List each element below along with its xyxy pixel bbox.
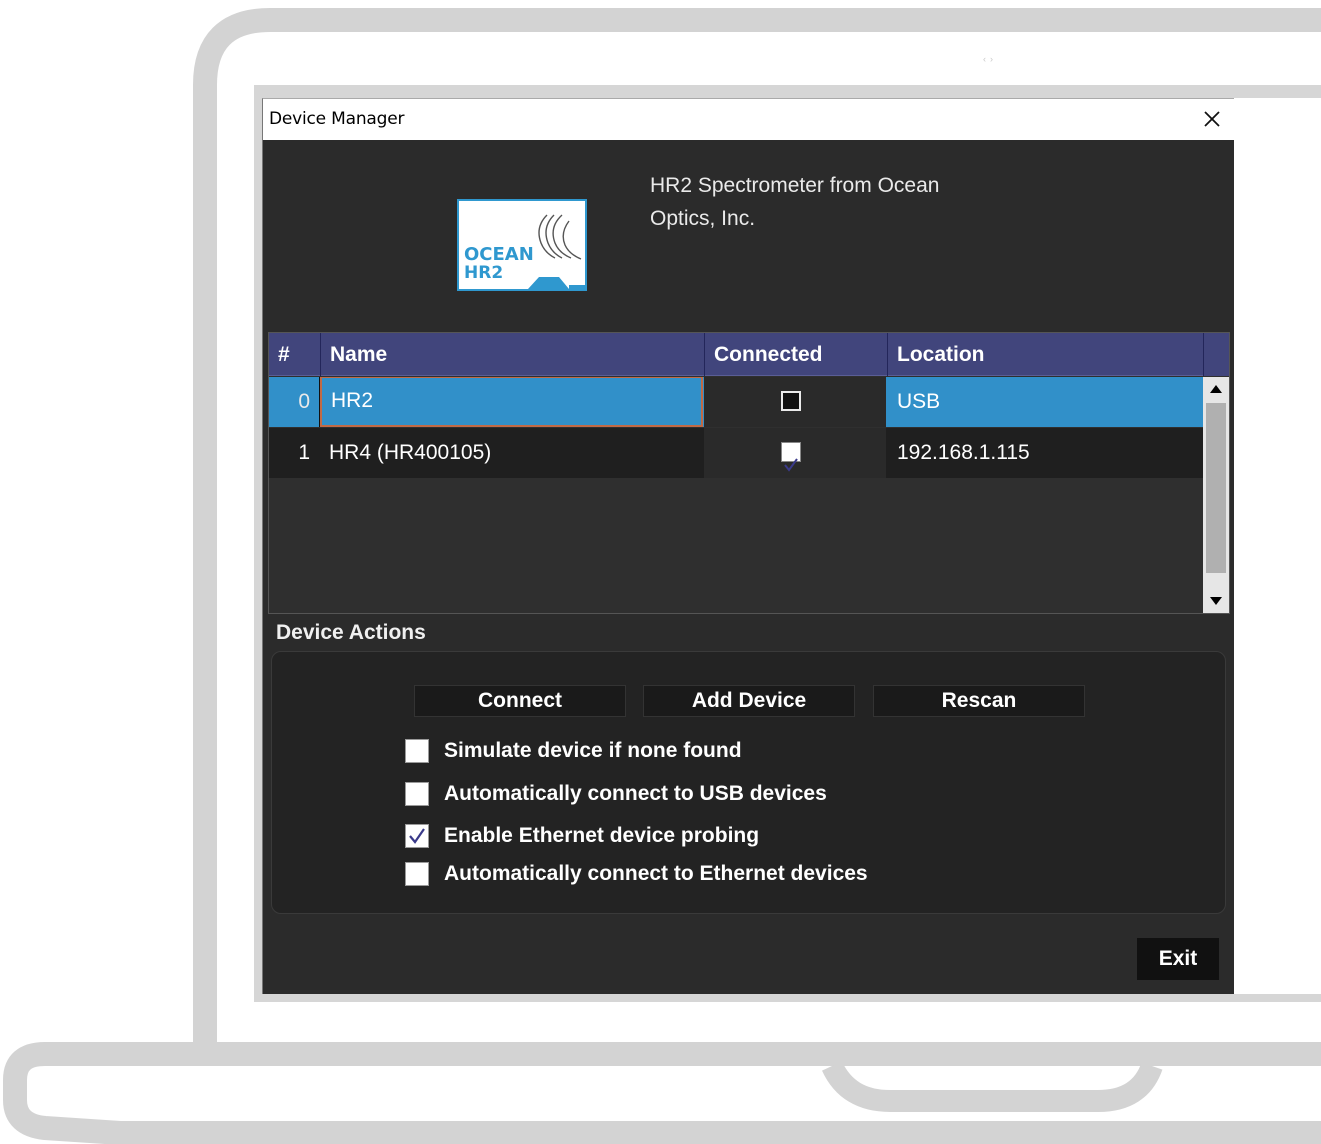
ethernet-probing-checkbox[interactable] [405,824,429,848]
row-location: USB [897,390,941,413]
scroll-down-button[interactable] [1203,589,1229,613]
row-index: 1 [298,441,310,464]
option-label: Automatically connect to USB devices [444,782,827,805]
auto-connect-usb-checkbox[interactable] [405,782,429,806]
checkmark-icon [784,458,798,472]
device-manager-window: Device Manager OCEAN HR2 HR2 Spectromete [262,98,1234,994]
window-title: Device Manager [269,109,405,129]
add-device-button[interactable]: Add Device [643,685,855,717]
arrow-up-icon [1210,385,1222,393]
logo-text-ocean: OCEAN [464,244,534,265]
option-label: Automatically connect to Ethernet device… [444,862,868,885]
checkmark-icon [409,828,425,844]
connect-button[interactable]: Connect [414,685,626,717]
camera-indicator: ‹› [983,54,997,64]
table-scrollbar[interactable] [1203,377,1229,613]
row-location: 192.168.1.115 [897,441,1030,464]
device-actions-heading: Device Actions [276,621,426,644]
table-row[interactable]: 0 HR2 USB [269,377,1203,427]
exit-button[interactable]: Exit [1137,938,1219,980]
auto-connect-ethernet-checkbox[interactable] [405,862,429,886]
row-index: 0 [298,390,310,413]
close-button[interactable] [1198,105,1226,133]
table-header-corner [1203,333,1229,376]
column-header-location[interactable]: Location [887,333,1203,376]
scroll-up-button[interactable] [1203,377,1229,401]
row-connected-cell [704,428,886,478]
table-header: # Name Connected Location [269,333,1203,376]
device-logo: OCEAN HR2 [457,199,587,291]
column-header-name[interactable]: Name [320,333,704,376]
option-label: Simulate device if none found [444,739,742,762]
logo-text-model: HR2 [464,263,504,283]
device-description: HR2 Spectrometer from Ocean Optics, Inc. [650,174,940,230]
title-bar: Device Manager [263,99,1234,140]
connected-checkbox[interactable] [781,391,801,411]
row-name[interactable]: HR4 (HR400105) [320,428,703,478]
device-table: # Name Connected Location 0 HR2 USB 1 HR… [268,332,1230,614]
row-connected-cell [704,377,886,427]
scrollbar-thumb[interactable] [1206,403,1226,573]
rescan-button[interactable]: Rescan [873,685,1085,717]
connected-checkbox[interactable] [781,442,801,472]
device-actions-panel: Connect Add Device Rescan Simulate devic… [271,651,1226,914]
row-name[interactable]: HR2 [320,377,703,427]
table-row[interactable]: 1 HR4 (HR400105) 192.168.1.115 [269,428,1203,478]
column-header-connected[interactable]: Connected [704,333,887,376]
close-icon [1204,111,1220,127]
arrow-down-icon [1210,597,1222,605]
screenshot-stage: ‹› Device Manager OCEAN HR2 HR2 Spectrom… [0,0,1321,1144]
simulate-device-checkbox[interactable] [405,739,429,763]
option-label: Enable Ethernet device probing [444,824,760,847]
column-header-index[interactable]: # [269,333,319,376]
